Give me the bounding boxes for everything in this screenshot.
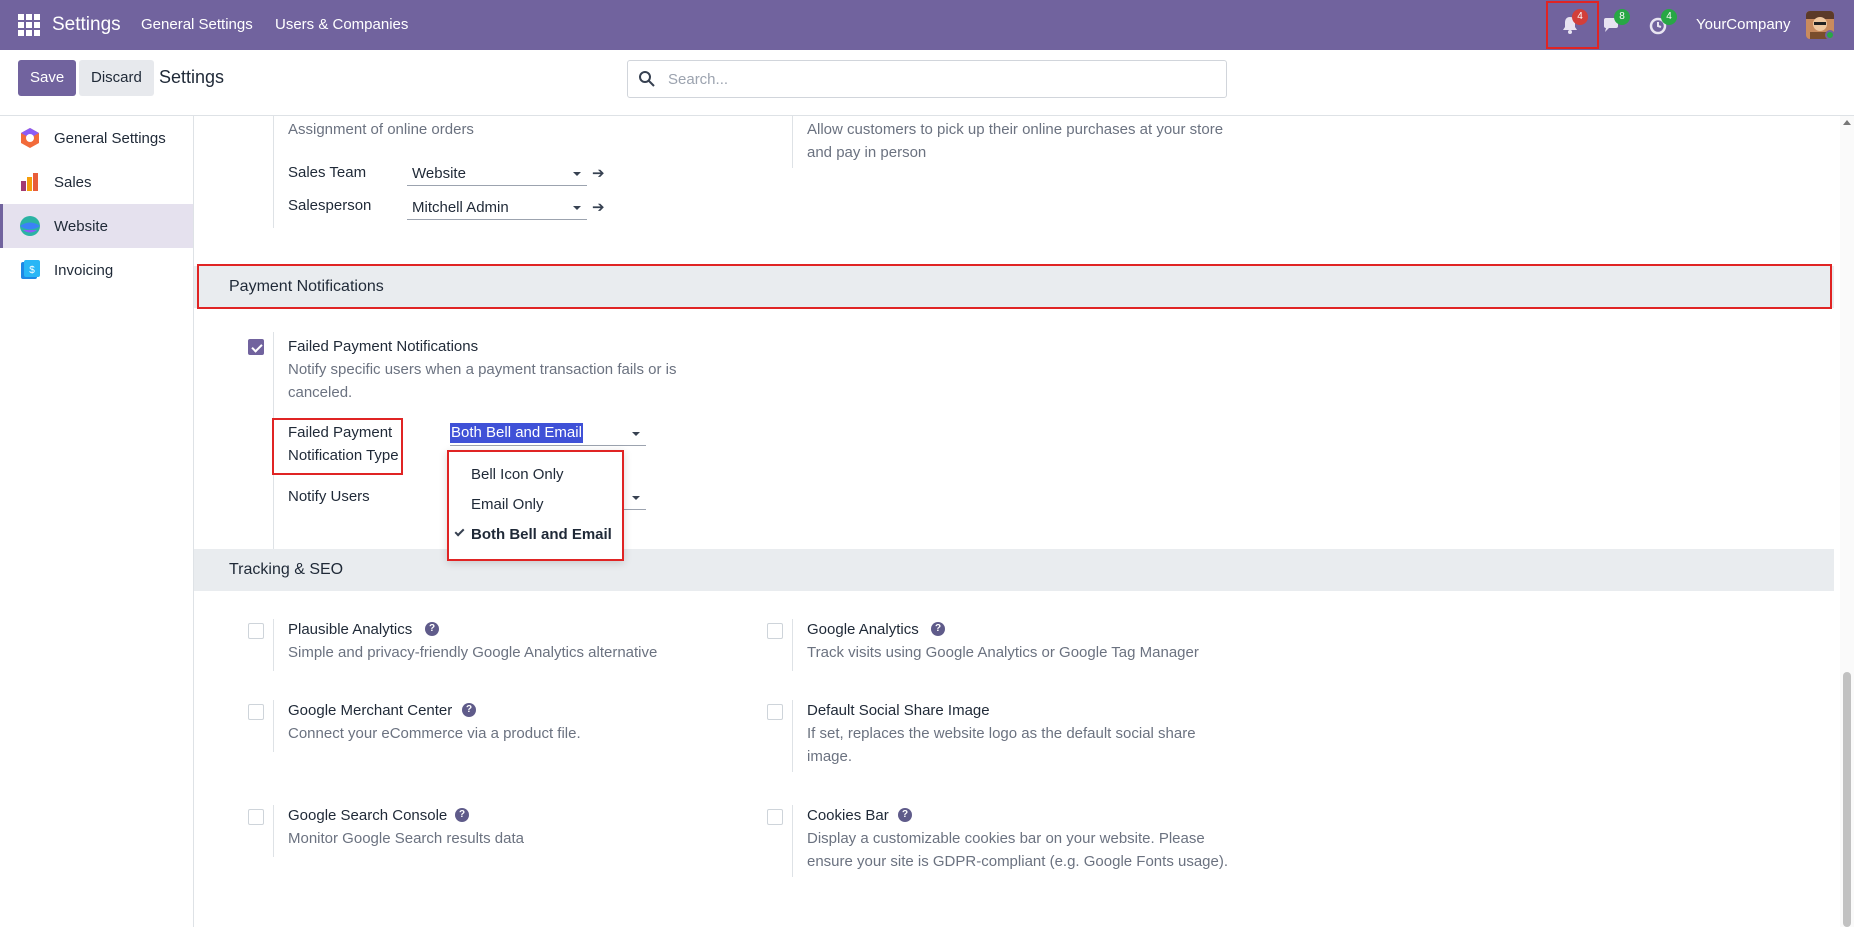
cookies-bar-checkbox[interactable] xyxy=(767,809,783,825)
social-share-image-description-2: image. xyxy=(807,748,853,765)
bell-highlight-box xyxy=(1546,1,1599,49)
failed-payment-checkbox[interactable] xyxy=(248,339,264,355)
salesperson-label: Salesperson xyxy=(288,197,372,214)
activity-count-badge: 4 xyxy=(1661,9,1677,25)
apps-menu-icon[interactable] xyxy=(18,14,40,36)
sidebar-item-label: General Settings xyxy=(54,129,166,147)
google-merchant-description: Connect your eCommerce via a product fil… xyxy=(288,725,581,742)
assignment-description: Assignment of online orders xyxy=(288,121,474,138)
pickup-description-1: Allow customers to pick up their online … xyxy=(807,121,1224,138)
google-merchant-checkbox[interactable] xyxy=(248,704,264,720)
menu-users-companies[interactable]: Users & Companies xyxy=(275,16,408,33)
failed-payment-description-1: Notify specific users when a payment tra… xyxy=(288,361,677,378)
search-bar[interactable] xyxy=(627,60,1227,98)
google-analytics-checkbox[interactable] xyxy=(767,623,783,639)
sales-team-label: Sales Team xyxy=(288,164,367,181)
plausible-analytics-description: Simple and privacy-friendly Google Analy… xyxy=(288,644,658,661)
svg-text:$: $ xyxy=(29,265,35,276)
notification-type-select[interactable]: Both Bell and Email xyxy=(450,422,646,446)
control-panel: Save Discard Settings xyxy=(0,50,1854,116)
google-search-console-checkbox[interactable] xyxy=(248,809,264,825)
salesperson-open-arrow-icon[interactable]: ➔ xyxy=(592,198,605,216)
save-button[interactable]: Save xyxy=(18,60,77,96)
notify-users-label: Notify Users xyxy=(288,488,370,505)
sidebar-item-general-settings[interactable]: General Settings xyxy=(0,116,193,160)
sales-team-open-arrow-icon[interactable]: ➔ xyxy=(592,164,605,182)
google-merchant-title: Google Merchant Center xyxy=(288,702,453,719)
google-search-console-title: Google Search Console xyxy=(288,807,448,824)
social-share-image-title: Default Social Share Image xyxy=(807,702,990,719)
help-icon[interactable]: ? xyxy=(898,808,912,822)
sidebar-item-website[interactable]: Website xyxy=(0,204,193,248)
failed-payment-title: Failed Payment Notifications xyxy=(288,338,479,355)
chat-count-badge: 8 xyxy=(1614,9,1630,25)
company-switcher[interactable]: YourCompany xyxy=(1696,16,1791,33)
payment-header-highlight xyxy=(197,264,1832,309)
help-icon[interactable]: ? xyxy=(462,703,476,717)
sidebar-item-label: Sales xyxy=(54,173,92,191)
cookies-bar-title: Cookies Bar xyxy=(807,807,889,824)
option-email-only[interactable]: Email Only xyxy=(471,496,544,513)
settings-content: Assignment of online orders Sales Team W… xyxy=(194,116,1854,927)
sidebar-item-label: Website xyxy=(54,217,108,235)
search-icon xyxy=(639,71,655,87)
cookies-bar-description-2: ensure your site is GDPR-compliant (e.g.… xyxy=(807,853,1229,870)
general-settings-icon xyxy=(21,128,39,148)
notification-type-dropdown: Bell Icon Only Email Only Both Bell and … xyxy=(447,450,624,561)
plausible-analytics-title: Plausible Analytics xyxy=(288,621,413,638)
salesperson-select[interactable]: Mitchell Admin xyxy=(407,196,587,220)
google-analytics-title: Google Analytics xyxy=(807,621,919,638)
top-navbar: Settings General Settings Users & Compan… xyxy=(0,0,1854,50)
failed-payment-description-2: canceled. xyxy=(288,384,353,401)
chat-icon[interactable]: 8 xyxy=(1601,9,1630,38)
user-avatar[interactable] xyxy=(1806,11,1834,39)
option-bell-icon-only[interactable]: Bell Icon Only xyxy=(471,466,564,483)
sidebar-item-label: Invoicing xyxy=(54,261,114,279)
search-input[interactable] xyxy=(668,67,1208,91)
help-icon[interactable]: ? xyxy=(455,808,469,822)
settings-sidebar: General Settings Sales Website $ Invoici… xyxy=(0,116,194,927)
google-analytics-description: Track visits using Google Analytics or G… xyxy=(807,644,1199,661)
app-title[interactable]: Settings xyxy=(52,14,121,36)
discard-button[interactable]: Discard xyxy=(79,60,154,96)
cookies-bar-description-1: Display a customizable cookies bar on yo… xyxy=(807,830,1205,847)
page-title: Settings xyxy=(159,67,225,87)
plausible-analytics-checkbox[interactable] xyxy=(248,623,264,639)
social-share-image-description-1: If set, replaces the website logo as the… xyxy=(807,725,1196,742)
invoicing-icon: $ xyxy=(21,260,40,279)
option-both-bell-and-email[interactable]: Both Bell and Email xyxy=(471,526,612,543)
google-search-console-description: Monitor Google Search results data xyxy=(288,830,524,847)
notification-type-label-highlight xyxy=(272,418,403,475)
scrollbar-thumb[interactable] xyxy=(1843,672,1851,927)
menu-general-settings[interactable]: General Settings xyxy=(141,16,253,33)
sidebar-item-invoicing[interactable]: $ Invoicing xyxy=(0,248,193,292)
sidebar-item-sales[interactable]: Sales xyxy=(0,160,193,204)
tracking-seo-header: Tracking & SEO xyxy=(194,549,1834,591)
sales-team-select[interactable]: Website xyxy=(407,162,587,186)
check-icon xyxy=(454,526,465,537)
website-icon xyxy=(20,216,40,236)
section-title: Tracking & SEO xyxy=(229,561,344,578)
vertical-scrollbar[interactable] xyxy=(1840,116,1854,927)
scroll-up-arrow-icon[interactable] xyxy=(1843,120,1851,125)
pickup-description-2: and pay in person xyxy=(807,144,927,161)
social-share-image-checkbox[interactable] xyxy=(767,704,783,720)
sales-icon xyxy=(21,173,38,191)
help-icon[interactable]: ? xyxy=(425,622,439,636)
activity-clock-icon[interactable]: 4 xyxy=(1648,9,1677,38)
help-icon[interactable]: ? xyxy=(931,622,945,636)
